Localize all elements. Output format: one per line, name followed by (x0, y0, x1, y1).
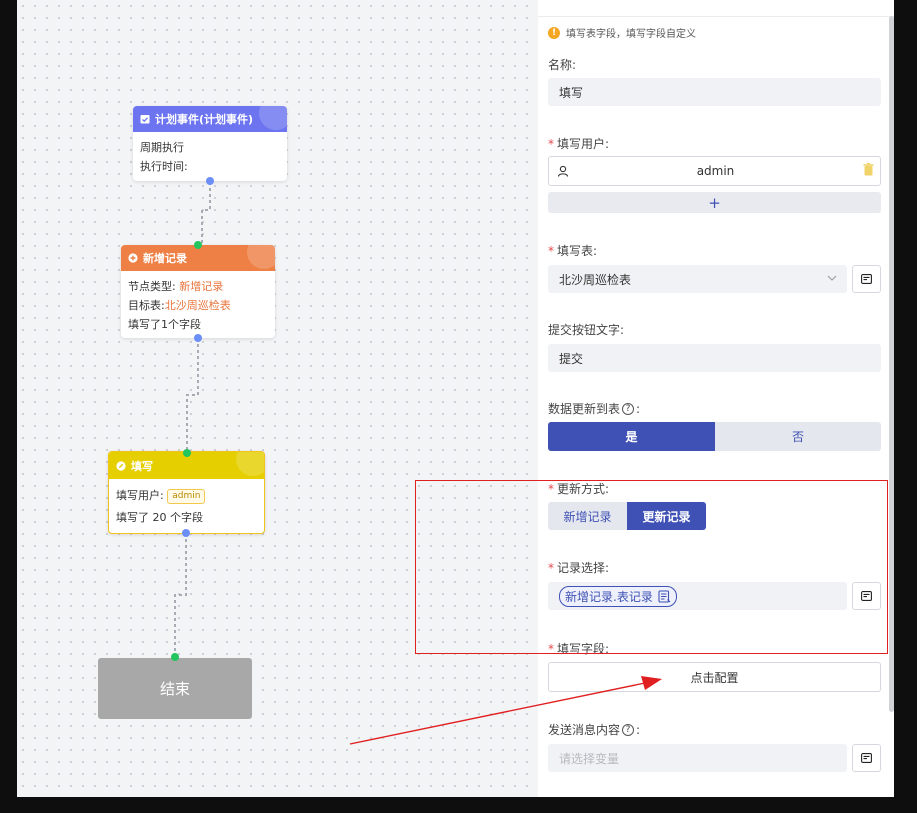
node-fill[interactable]: 填写 填写用户: admin 填写了 20 个字段 (108, 451, 265, 534)
node-plan-body: 周期执行 执行时间: (133, 132, 287, 182)
node-fill-fields: 填写了 20 个字段 (116, 511, 203, 524)
node-add-title: 新增记录 (143, 252, 187, 265)
node-fill-user-label: 填写用户: (116, 489, 164, 502)
submit-label: 提交按钮文字: (548, 323, 625, 337)
table-select[interactable]: 北沙周巡检表 (548, 265, 847, 293)
help-icon[interactable]: ? (622, 723, 635, 736)
table-value: 北沙周巡检表 (559, 272, 632, 287)
node-add-type-value: 新增记录 (179, 280, 224, 293)
node-add-type-label: 节点类型: (128, 280, 176, 293)
node-plan-line2: 执行时间: (140, 160, 188, 173)
node-add-in-port[interactable] (194, 241, 202, 249)
node-end-in-port[interactable] (171, 653, 179, 661)
node-plan-line1: 周期执行 (140, 141, 184, 154)
user-label: 填写用户: (557, 137, 610, 151)
flow-canvas[interactable]: 计划事件(计划事件) 周期执行 执行时间: 新增记录 节点类型: 新增记录 目标… (17, 0, 538, 797)
node-add-target-label: 目标表: (128, 299, 165, 312)
node-plan-event[interactable]: 计划事件(计划事件) 周期执行 执行时间: (133, 106, 287, 181)
calendar-check-icon (140, 115, 150, 124)
update-table-toggle: 是 否 (548, 422, 881, 451)
add-user-button[interactable]: + (548, 192, 881, 213)
form-icon (861, 274, 872, 284)
user-value: admin (696, 164, 735, 178)
node-fill-title: 填写 (131, 459, 153, 473)
node-add-record[interactable]: 新增记录 节点类型: 新增记录 目标表:北沙周巡检表 填写了1个字段 (121, 245, 275, 338)
node-fill-in-port[interactable] (183, 449, 191, 457)
table-label: 填写表: (557, 244, 598, 258)
warning-icon: ! (548, 26, 560, 39)
colon: : (636, 401, 641, 416)
message-placeholder: 请选择变量 (559, 751, 620, 766)
submit-input[interactable]: 提交 (548, 344, 881, 372)
update-no-option[interactable]: 否 (715, 422, 881, 451)
node-plan-out-port[interactable] (206, 177, 214, 185)
annotation-highlight-box (415, 480, 888, 654)
hint-row: ! 填写表字段，填写字段自定义 (548, 25, 696, 40)
panel-scrollbar[interactable] (889, 16, 894, 712)
name-value: 填写 (559, 85, 584, 100)
message-label-row: 发送消息内容 ? : (548, 721, 640, 738)
update-table-label: 数据更新到表 (548, 402, 621, 416)
node-end[interactable]: 结束 (98, 658, 252, 719)
hint-text: 填写表字段，填写字段自定义 (566, 29, 696, 40)
colon: : (636, 722, 641, 737)
name-input[interactable]: 填写 (548, 78, 881, 106)
panel-top-edge (538, 0, 894, 17)
trash-icon[interactable] (863, 163, 874, 176)
node-plan-header: 计划事件(计划事件) (133, 106, 287, 132)
table-label-row: * 填写表: (548, 242, 597, 259)
node-fill-body: 填写用户: admin 填写了 20 个字段 (109, 479, 264, 535)
table-picker-button[interactable] (852, 265, 881, 293)
workflow-editor: 计划事件(计划事件) 周期执行 执行时间: 新增记录 节点类型: 新增记录 目标… (0, 0, 917, 813)
node-fill-out-port[interactable] (182, 529, 190, 537)
required-mark: * (548, 244, 554, 258)
node-end-title: 结束 (159, 680, 190, 698)
submit-value: 提交 (559, 351, 584, 366)
node-add-fields: 填写了1个字段 (128, 318, 201, 331)
plus-circle-icon (128, 253, 138, 263)
plus-icon: + (708, 193, 721, 212)
name-label: 名称: (548, 58, 577, 72)
message-picker-button[interactable] (852, 744, 881, 772)
node-add-target-value: 北沙周巡检表 (164, 299, 231, 312)
update-yes-option[interactable]: 是 (548, 422, 715, 451)
required-mark: * (548, 137, 554, 151)
chevron-down-icon (827, 275, 837, 281)
property-panel: ! 填写表字段，填写字段自定义 名称: 填写 * 填写用户: admin + * 填… (538, 0, 894, 797)
node-add-body: 节点类型: 新增记录 目标表:北沙周巡检表 填写了1个字段 (121, 271, 275, 340)
node-fill-user-tag: admin (167, 488, 206, 504)
user-label-row: * 填写用户: (548, 135, 609, 152)
config-button[interactable]: 点击配置 (548, 662, 881, 692)
node-plan-title: 计划事件(计划事件) (155, 113, 254, 126)
edit-icon (116, 460, 126, 471)
user-select[interactable]: admin (548, 156, 881, 186)
message-input[interactable]: 请选择变量 (548, 744, 847, 772)
node-add-out-port[interactable] (194, 334, 202, 342)
form-icon (861, 753, 872, 763)
message-label: 发送消息内容 (548, 723, 621, 737)
update-table-label-row: 数据更新到表 ? : (548, 400, 640, 417)
help-icon[interactable]: ? (622, 402, 635, 415)
